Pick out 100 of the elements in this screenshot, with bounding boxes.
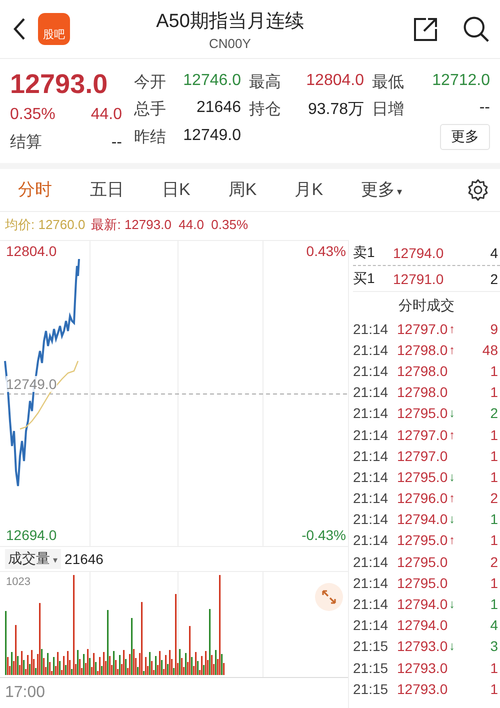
axis-label: 12694.0: [6, 527, 57, 543]
trade-price: 12795.0: [397, 554, 449, 570]
trade-time: 21:14: [353, 617, 390, 634]
stat-label: 今开: [134, 72, 166, 92]
order-label: 卖1: [353, 244, 376, 262]
axis-label: 12749.0: [6, 376, 57, 392]
stat-label: 日增: [372, 100, 404, 120]
trade-time: 21:14: [353, 554, 390, 570]
trade-price: 12795.0: [397, 574, 449, 591]
trade-volume: 2: [489, 405, 499, 422]
trade-price: 12795.0: [397, 532, 449, 548]
trade-price: 12795.0: [397, 468, 449, 485]
trade-price: 12793.0: [397, 638, 449, 654]
trade-price: 12795.0: [397, 405, 449, 422]
stat-label: 总手: [134, 100, 166, 120]
trade-time: 21:14: [353, 426, 390, 443]
page-title: A50期指当月连续: [155, 10, 305, 34]
axis-label: 12804.0: [6, 243, 57, 259]
trade-volume: 1: [489, 680, 499, 697]
stat-label: 最低: [372, 72, 404, 92]
order-price: 12794.0: [393, 244, 445, 260]
trade-time: 21:14: [353, 342, 390, 358]
trade-time: 21:14: [353, 468, 390, 485]
trade-volume: 1: [489, 468, 499, 485]
trade-price: 12793.0: [397, 660, 449, 676]
stat-value: --: [111, 133, 122, 153]
stat-value: 12804.0: [306, 72, 364, 90]
trade-time: 21:14: [353, 405, 390, 422]
more-button[interactable]: 更多: [440, 124, 490, 150]
chart-tab[interactable]: 周K: [228, 169, 257, 211]
trade-volume: 4: [489, 617, 499, 634]
stat-value: 21646: [196, 98, 241, 118]
trend-arrow: ↓: [449, 597, 455, 612]
trade-time: 21:14: [353, 532, 390, 548]
trade-time: 21:14: [353, 362, 390, 379]
trend-arrow: ↑: [449, 428, 455, 442]
axis-label: 1023: [6, 576, 30, 588]
stat-value: 12746.0: [183, 72, 241, 90]
trade-time: 21:15: [353, 638, 390, 654]
axis-label: -0.43%: [302, 527, 346, 543]
chart-tab[interactable]: 日K: [162, 169, 190, 211]
stat-value: 12749.0: [183, 126, 241, 146]
trade-volume: 3: [489, 638, 499, 654]
trade-price: 12794.0: [397, 617, 449, 634]
time-label: 17:00: [5, 684, 46, 701]
trade-volume: 1: [489, 511, 499, 528]
trade-price: 12797.0: [397, 448, 449, 464]
trade-volume: 1: [489, 660, 499, 676]
trade-volume: 1: [489, 574, 499, 591]
trend-arrow: ↓: [449, 639, 455, 654]
trade-price: 12798.0: [397, 342, 449, 358]
volume-total: 21646: [64, 551, 104, 567]
last-price: 12793.0: [10, 68, 109, 101]
chart-tab[interactable]: 更多▾: [361, 169, 402, 211]
trade-price: 12794.0: [397, 511, 449, 528]
trend-arrow: ↑: [449, 491, 455, 506]
order-volume: 4: [490, 244, 499, 260]
trend-arrow: ↑: [449, 342, 455, 357]
trade-volume: 1: [489, 362, 499, 379]
trade-time: 21:14: [353, 320, 390, 337]
settings-icon[interactable]: [466, 178, 490, 202]
instrument-code: CN00Y: [208, 36, 252, 50]
trade-volume: 9: [489, 320, 499, 337]
stat-label: 结算: [10, 132, 42, 153]
trade-time: 21:14: [353, 490, 390, 506]
change-value: 44.0: [90, 105, 122, 125]
trade-volume: 1: [489, 596, 499, 612]
trend-arrow: ↓: [449, 512, 455, 526]
search-icon[interactable]: [462, 15, 490, 43]
stat-label: 持仓: [249, 100, 281, 120]
trade-price: 12797.0: [397, 320, 449, 337]
chart-tab[interactable]: 五日: [90, 169, 124, 211]
stat-value: 93.78万: [308, 100, 364, 120]
stat-value: 12712.0: [432, 72, 490, 90]
trade-price: 12798.0: [397, 384, 449, 400]
chart-tab[interactable]: 月K: [294, 169, 324, 211]
change-percent: 0.35%: [10, 105, 56, 125]
trade-volume: 1: [489, 384, 499, 400]
order-price: 12791.0: [393, 270, 445, 286]
indicator-dropdown[interactable]: 成交量 ▾: [5, 549, 61, 569]
trade-price: 12798.0: [397, 362, 449, 379]
trade-price: 12797.0: [397, 426, 449, 443]
trade-time: 21:15: [353, 660, 390, 676]
stat-value: --: [479, 98, 490, 118]
trade-volume: 1: [489, 532, 499, 548]
trend-arrow: ↓: [449, 470, 455, 484]
trade-time: 21:14: [353, 574, 390, 591]
share-icon[interactable]: [412, 15, 440, 43]
trade-time: 21:14: [353, 448, 390, 464]
trade-price: 12794.0: [397, 596, 449, 612]
back-icon[interactable]: [12, 17, 26, 41]
trend-arrow: ↑: [449, 533, 455, 548]
latest-price: 最新: 12793.0 44.0 0.35%: [91, 217, 248, 232]
trades-title: 分时成交: [398, 296, 456, 315]
stat-label: 昨结: [134, 128, 166, 148]
trade-time: 21:14: [353, 384, 390, 400]
average-price: 均价: 12760.0: [5, 217, 86, 232]
order-label: 买1: [353, 270, 376, 288]
expand-icon[interactable]: [314, 582, 344, 612]
chart-tab[interactable]: 分时: [18, 169, 52, 211]
